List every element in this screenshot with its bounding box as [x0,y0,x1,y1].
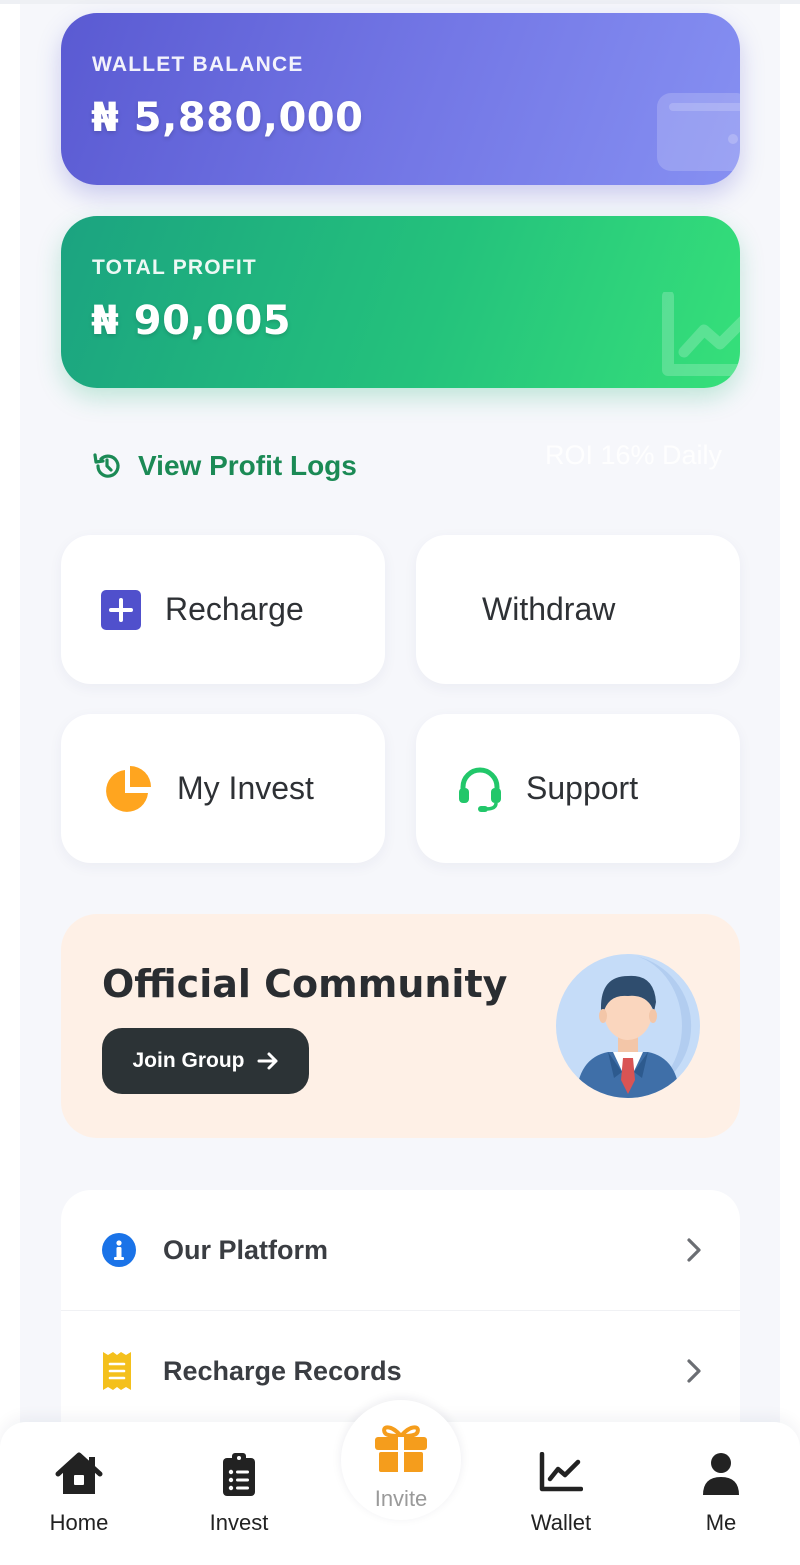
recharge-records-label: Recharge Records [163,1355,402,1386]
nav-invest-label: Invest [209,1510,269,1535]
my-invest-label: My Invest [177,770,314,806]
recharge-label: Recharge [165,591,304,627]
roi-text: ROI 16% Daily [545,440,723,470]
wallet-icon [657,93,740,171]
total-profit-label: TOTAL PROFIT [92,256,257,279]
headset-icon [459,767,501,812]
total-profit-amount: ₦ 90,005 [91,298,292,344]
nav-me[interactable]: Me [661,1422,781,1565]
businessman-avatar [556,954,700,1098]
view-profit-logs-link[interactable]: View Profit Logs [92,446,357,486]
plus-square-icon [101,589,141,630]
recharge-button[interactable]: Recharge [61,535,385,684]
view-profit-logs-label: View Profit Logs [138,450,357,481]
nav-invite[interactable]: Invite [341,1400,461,1520]
chart-line-icon [539,1452,583,1492]
nav-invite-label: Invite [374,1486,428,1511]
my-invest-button[interactable]: My Invest [61,714,385,863]
gift-icon [375,1425,427,1472]
info-icon [102,1233,136,1267]
top-edge [0,0,800,4]
join-group-button[interactable]: Join Group [102,1028,309,1094]
user-icon [703,1453,739,1495]
official-community-banner: Official Community Join Group [61,914,740,1138]
total-profit-card[interactable]: TOTAL PROFIT ₦ 90,005 [61,216,740,388]
clipboard-icon [223,1453,255,1496]
list-item-our-platform[interactable]: Our Platform [61,1190,740,1310]
home-icon [55,1452,103,1494]
chevron-right-icon [687,1359,701,1383]
withdraw-label: Withdraw [482,591,616,627]
chart-line-icon [662,292,740,376]
nav-home[interactable]: Home [19,1422,139,1565]
chevron-right-icon [687,1238,701,1262]
nav-me-label: Me [705,1510,737,1535]
arrow-right-icon [257,1052,277,1070]
receipt-icon [103,1352,131,1390]
support-label: Support [526,770,639,806]
community-title: Official Community [102,962,508,1006]
nav-home-label: Home [49,1510,109,1535]
pie-chart-icon [106,765,151,812]
nav-invest[interactable]: Invest [179,1422,299,1565]
nav-wallet-label: Wallet [530,1510,592,1535]
wallet-balance-card[interactable]: WALLET BALANCE ₦ 5,880,000 [61,13,740,185]
history-icon [93,453,120,478]
wallet-balance-amount: ₦ 5,880,000 [91,95,364,141]
wallet-balance-label: WALLET BALANCE [92,53,304,76]
join-group-label: Join Group [132,1049,245,1072]
our-platform-label: Our Platform [163,1234,329,1265]
withdraw-button[interactable]: Withdraw [416,535,740,684]
nav-wallet[interactable]: Wallet [501,1422,621,1565]
support-button[interactable]: Support [416,714,740,863]
